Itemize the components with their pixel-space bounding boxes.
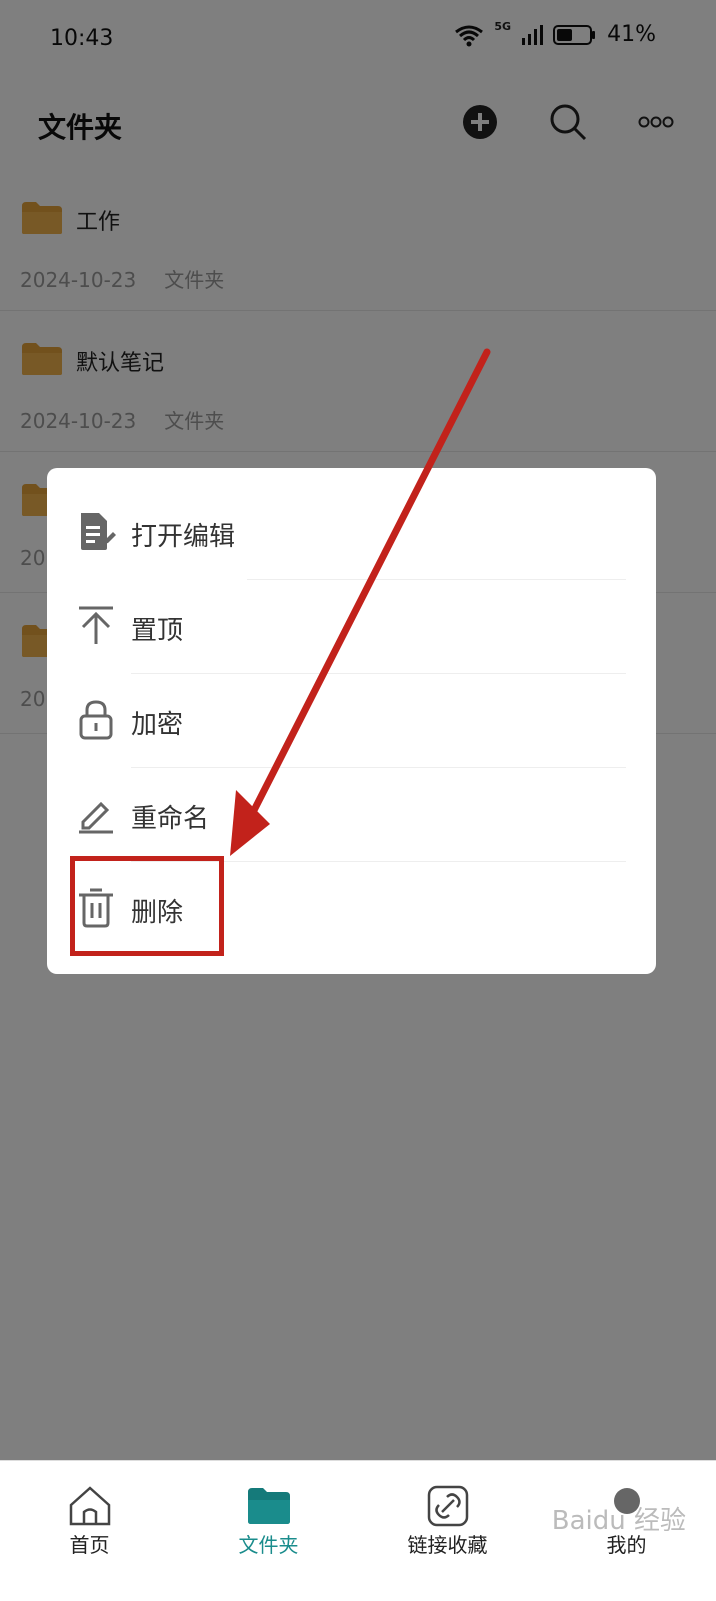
home-icon: [69, 1486, 110, 1526]
menu-item-label: 打开编辑: [131, 522, 236, 552]
watermark: Baidu 经验: [551, 1506, 686, 1536]
annotation-highlight-box: [70, 856, 224, 956]
menu-item-label: 加密: [131, 710, 184, 740]
menu-item-label: 置顶: [131, 616, 184, 646]
link-icon: [427, 1485, 468, 1527]
menu-item-encrypt[interactable]: 加密: [47, 674, 656, 768]
tab-label: 文件夹: [238, 1533, 299, 1557]
menu-item-rename[interactable]: 重命名: [47, 768, 656, 862]
tab-folder[interactable]: 文件夹: [179, 1461, 358, 1601]
tab-link-favorites[interactable]: 链接收藏: [358, 1461, 537, 1601]
tab-label: 首页: [69, 1533, 110, 1557]
lock-icon: [79, 700, 113, 740]
tab-home[interactable]: 首页: [0, 1461, 179, 1601]
folder-icon: [247, 1488, 290, 1524]
menu-item-open-edit[interactable]: 打开编辑: [47, 486, 656, 580]
menu-item-pin-top[interactable]: 置顶: [47, 580, 656, 674]
tab-label: 链接收藏: [407, 1533, 488, 1557]
pin-top-icon: [79, 606, 113, 644]
rename-icon: [79, 801, 113, 834]
menu-item-label: 重命名: [131, 804, 210, 834]
edit-document-icon: [81, 513, 116, 550]
